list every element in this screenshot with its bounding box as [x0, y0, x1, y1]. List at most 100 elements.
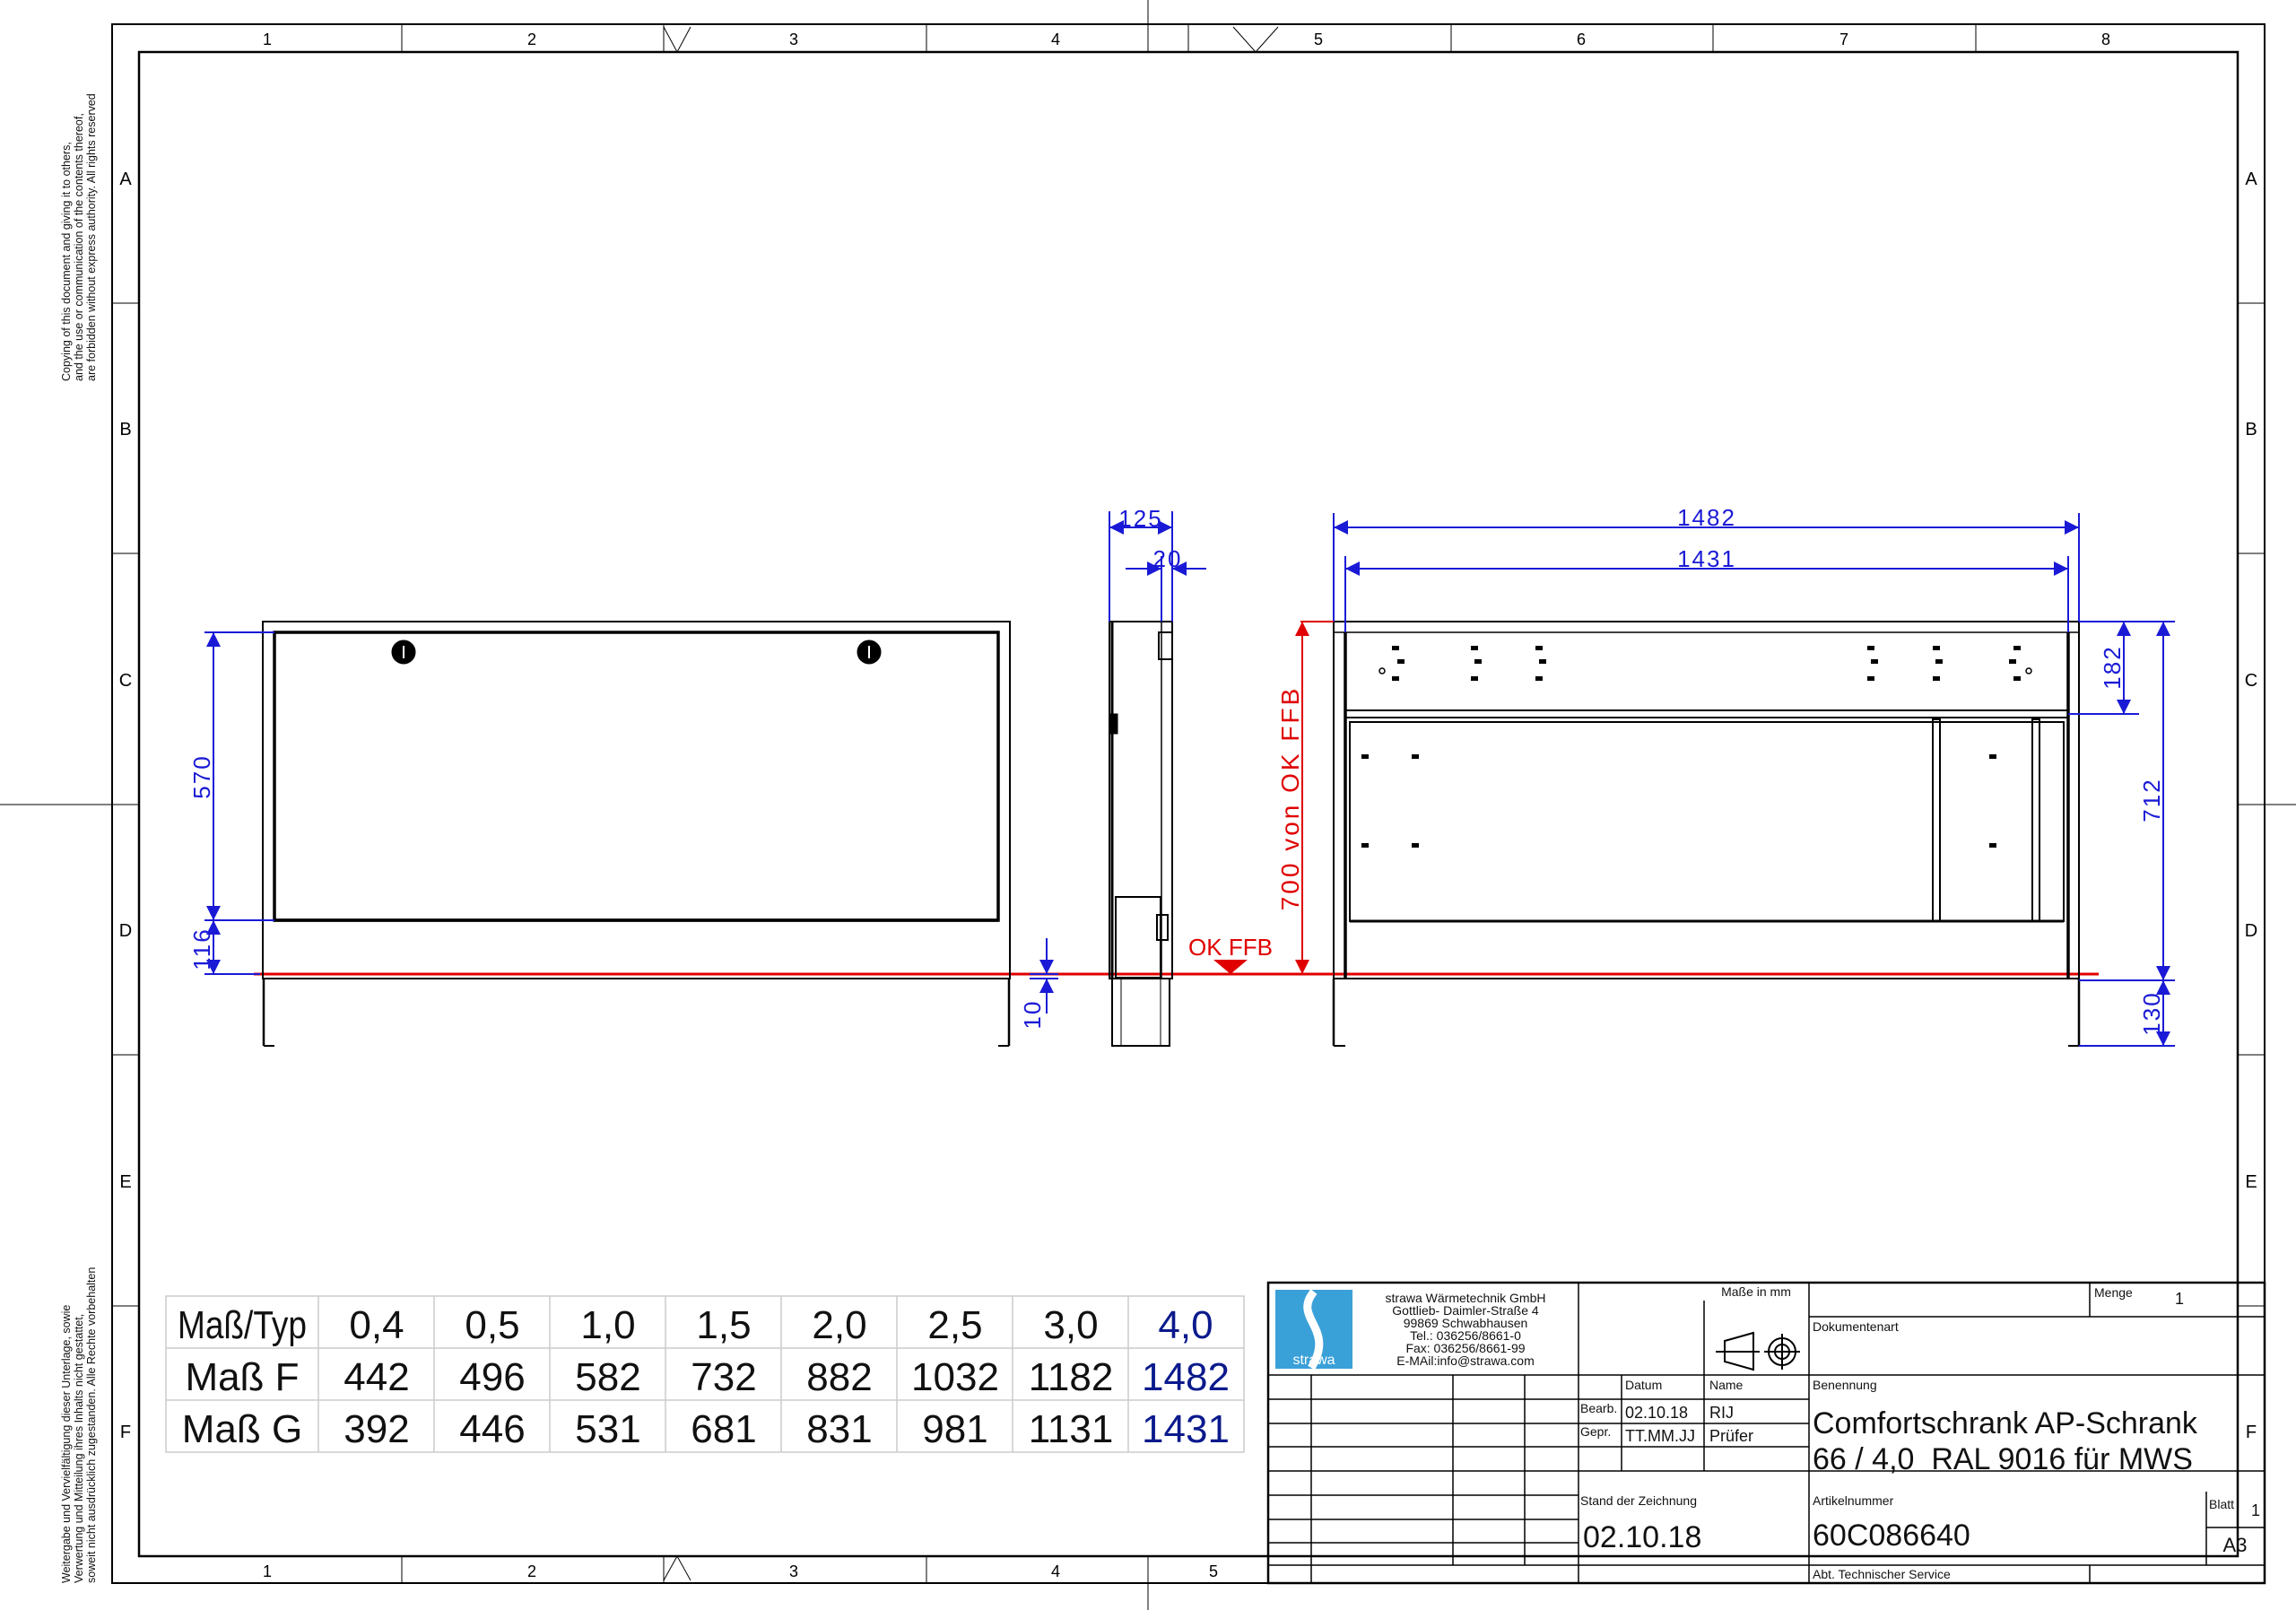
col-label: 3 — [789, 30, 798, 48]
floor-marker-icon — [1213, 960, 1248, 974]
dim-570: 570 — [188, 754, 215, 798]
svg-text:and the use or communication o: and the use or communication of the cont… — [73, 113, 85, 381]
drawing-title-line2: 66 / 4,0 RAL 9016 für MWS — [1813, 1442, 2193, 1476]
datum-label: Datum — [1625, 1378, 1662, 1392]
table-cell: 1131 — [1029, 1407, 1114, 1451]
logo-text: strawa — [1292, 1353, 1335, 1368]
svg-text:Verwertung und Mitteilung ihre: Verwertung und Mitteilung ihres Inhalts … — [73, 1314, 85, 1583]
menge-value: 1 — [2175, 1290, 2184, 1308]
gepr-date: TT.MM.JJ — [1625, 1427, 1695, 1445]
svg-text:E-MAil:info@strawa.com: E-MAil:info@strawa.com — [1396, 1353, 1534, 1368]
dim-712: 712 — [2138, 778, 2165, 822]
table-cell: 1182 — [1029, 1355, 1114, 1399]
blatt-value: 1 — [2251, 1501, 2260, 1519]
table-cell: 582 — [575, 1355, 640, 1399]
svg-text:Weitergabe und Vervielfältigun: Weitergabe und Vervielfältigung dieser U… — [60, 1305, 73, 1583]
copyright-notice-en: Copying of this document and giving it t… — [60, 93, 98, 381]
dim-1482: 1482 — [1677, 504, 1736, 531]
col-label: 5 — [1209, 1562, 1218, 1580]
row-label: D — [2245, 921, 2257, 941]
col-label: 2 — [527, 1562, 536, 1580]
row-label: F — [120, 1423, 131, 1442]
table-cell: 1482 — [1142, 1355, 1230, 1399]
table-cell: 442 — [344, 1355, 409, 1399]
drawing-title-line1: Comfortschrank AP-Schrank — [1813, 1406, 2198, 1440]
row-label: C — [119, 671, 132, 691]
height-from-floor-dimension — [1295, 621, 1334, 975]
front-dimensions — [204, 631, 1058, 1014]
table-cell: Maß F — [185, 1355, 299, 1399]
table-cell: 981 — [922, 1407, 987, 1451]
row-label: A — [119, 170, 132, 189]
company-address: strawa Wärmetechnik GmbH Gottlieb- Daiml… — [1386, 1291, 1546, 1368]
table-cell: 496 — [459, 1355, 525, 1399]
row-label: B — [119, 420, 131, 439]
blatt-label: Blatt — [2209, 1497, 2234, 1511]
dim-125: 125 — [1118, 505, 1162, 532]
technical-drawing: 1 2 3 4 5 6 7 8 1 2 3 4 5 A B C D E F A … — [0, 0, 2296, 1610]
size-table: Maß/Typ 0,4 0,5 1,0 1,5 2,0 2,5 3,0 4,0 … — [165, 1295, 1245, 1453]
table-header-cell: Maß/Typ — [178, 1303, 307, 1347]
format-value: A3 — [2223, 1534, 2248, 1556]
row-label: C — [2245, 671, 2257, 691]
dim-700-from-floor: 700 von OK FFB — [1276, 686, 1304, 911]
rear-view-small-circles — [1378, 667, 2032, 674]
bearb-label: Bearb. — [1580, 1401, 1617, 1415]
table-cell: 732 — [691, 1355, 756, 1399]
row-label: A — [2245, 170, 2257, 189]
row-label: B — [2245, 420, 2257, 439]
gepr-label: Gepr. — [1580, 1424, 1611, 1439]
table-header-cell: 0,4 — [349, 1303, 404, 1347]
table-cell: 681 — [691, 1407, 756, 1451]
col-label: 6 — [1577, 30, 1586, 48]
dim-1431: 1431 — [1677, 545, 1736, 572]
table-cell: 831 — [806, 1407, 872, 1451]
table-header-cell: 2,0 — [812, 1303, 866, 1347]
menge-label: Menge — [2094, 1285, 2133, 1300]
stand-value: 02.10.18 — [1583, 1520, 1701, 1554]
svg-text:Copying of this document and g: Copying of this document and giving it t… — [60, 142, 73, 381]
table-cell: 882 — [806, 1355, 872, 1399]
dim-182: 182 — [2099, 645, 2126, 689]
artikel-value: 60C086640 — [1813, 1519, 1970, 1553]
table-header-cell: 3,0 — [1043, 1303, 1098, 1347]
table-cell: 446 — [459, 1407, 525, 1451]
artikel-label: Artikelnummer — [1813, 1493, 1894, 1508]
table-cell: 1431 — [1142, 1407, 1230, 1451]
row-label: E — [119, 1172, 131, 1192]
col-label: 1 — [263, 30, 272, 48]
title-block: strawa strawa Wärmetechnik GmbH Gottlieb… — [1266, 1281, 2266, 1585]
row-label: E — [2245, 1172, 2257, 1192]
row-label: D — [119, 921, 132, 941]
table-header-cell: 0,5 — [465, 1303, 519, 1347]
stand-label: Stand der Zeichnung — [1580, 1493, 1697, 1508]
frame-row-labels: A B C D E F A B C D E F — [119, 170, 2258, 1442]
floor-label: OK FFB — [1188, 934, 1273, 961]
table-header-cell: 2,5 — [927, 1303, 982, 1347]
svg-text:are forbidden without express: are forbidden without express authority.… — [85, 93, 98, 381]
svg-text:soweit nicht ausdrücklich zuge: soweit nicht ausdrücklich zugestanden. A… — [85, 1267, 98, 1583]
benennung-label: Benennung — [1813, 1378, 1877, 1392]
table-cell: 392 — [344, 1407, 409, 1451]
dim-10: 10 — [1019, 1000, 1046, 1030]
table-cell: 1032 — [911, 1355, 999, 1399]
rear-dimensions — [1333, 513, 2175, 1047]
col-label: 7 — [1839, 30, 1848, 48]
col-label: 1 — [263, 1562, 272, 1580]
front-view — [262, 621, 1011, 1047]
department: Abt. Technischer Service — [1813, 1567, 1951, 1581]
dim-116: 116 — [188, 927, 215, 970]
gepr-name: Prüfer — [1709, 1427, 1753, 1445]
table-cell: Maß G — [182, 1407, 302, 1451]
col-label: 5 — [1314, 30, 1323, 48]
table-header-cell: 1,0 — [580, 1303, 635, 1347]
col-label: 8 — [2101, 30, 2110, 48]
table-cell: 531 — [575, 1407, 640, 1451]
bearb-date: 02.10.18 — [1625, 1404, 1688, 1422]
side-view — [1109, 621, 1173, 1047]
col-label: 4 — [1051, 30, 1060, 48]
projection-symbol-icon — [1716, 1331, 1800, 1371]
table-header-cell: 1,5 — [696, 1303, 751, 1347]
name-label: Name — [1709, 1378, 1744, 1392]
units-label: Maße in mm — [1721, 1284, 1791, 1299]
